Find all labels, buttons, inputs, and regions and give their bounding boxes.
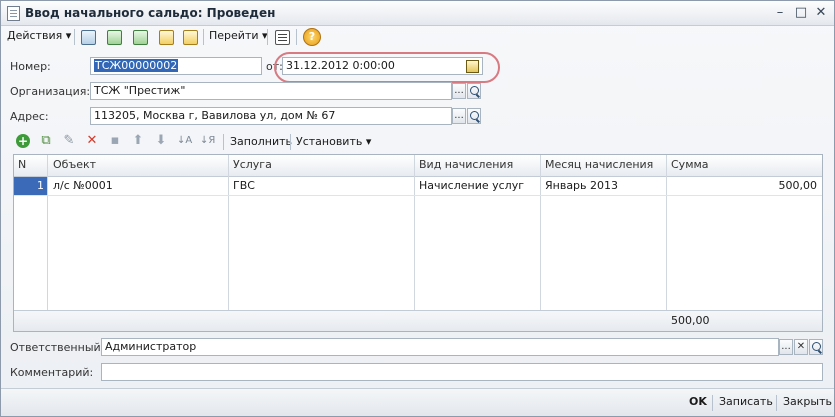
toolbar-separator — [296, 29, 297, 45]
responsible-clear-button[interactable]: ✕ — [794, 339, 808, 355]
close-button[interactable]: ✕ — [813, 5, 829, 21]
organization-open-button[interactable] — [467, 83, 481, 99]
button-separator — [776, 395, 777, 411]
refresh-icon[interactable] — [105, 28, 123, 46]
column-header-accrual-type[interactable]: Вид начисления — [419, 158, 513, 171]
button-separator — [712, 395, 713, 411]
address-select-button[interactable]: ... — [452, 108, 466, 124]
structure-icon[interactable] — [181, 28, 199, 46]
actions-menu[interactable]: Действия ▾ — [7, 29, 71, 42]
toolbar-separator — [290, 134, 291, 150]
set-menu[interactable]: Установить ▾ — [296, 135, 371, 148]
balance-table[interactable]: N Объект Услуга Вид начисления Месяц нач… — [13, 154, 823, 332]
address-label: Адрес: — [10, 110, 49, 123]
table-header: N Объект Услуга Вид начисления Месяц нач… — [14, 155, 822, 177]
post-and-close-icon[interactable] — [79, 28, 97, 46]
bottom-button-bar: OK Записать Закрыть — [1, 388, 834, 416]
maximize-button[interactable]: □ — [793, 5, 809, 21]
actions-menu-label: Действия — [7, 29, 63, 42]
end-edit-icon[interactable]: ▪ — [108, 134, 122, 148]
post-icon[interactable] — [131, 28, 149, 46]
title-bar: Ввод начального сальдо: Проведен – □ ✕ — [1, 1, 834, 26]
column-header-object[interactable]: Объект — [53, 158, 96, 171]
move-up-icon[interactable]: ⬆ — [131, 134, 145, 148]
responsible-select-button[interactable]: ... — [779, 339, 793, 355]
cell-sum[interactable]: 500,00 — [779, 177, 818, 195]
movements-icon[interactable] — [157, 28, 175, 46]
table-row[interactable]: 1 л/с №0001 ГВС Начисление услуг Январь … — [14, 177, 822, 196]
cell-service[interactable]: ГВС — [233, 177, 255, 195]
search-icon — [470, 86, 479, 95]
organization-field[interactable]: ТСЖ "Престиж" — [90, 82, 452, 100]
cell-accrual-type[interactable]: Начисление услуг — [419, 177, 524, 195]
number-value: ТСЖ00000002 — [94, 59, 179, 72]
column-header-n[interactable]: N — [18, 158, 26, 171]
close-form-button[interactable]: Закрыть — [783, 395, 832, 408]
fill-button[interactable]: Заполнить — [230, 135, 292, 148]
delete-row-icon[interactable]: ✕ — [85, 134, 99, 148]
document-icon — [7, 6, 20, 21]
organization-label: Организация: — [10, 85, 91, 98]
search-icon — [470, 111, 479, 120]
comment-label: Комментарий: — [10, 366, 94, 379]
window-title: Ввод начального сальдо: Проведен — [25, 6, 276, 20]
column-header-service[interactable]: Услуга — [233, 158, 272, 171]
responsible-label: Ответственный: — [10, 341, 105, 354]
goto-menu[interactable]: Перейти ▾ — [209, 29, 268, 42]
set-menu-label: Установить — [296, 135, 363, 148]
table-footer: 500,00 — [14, 310, 822, 331]
sort-ascending-icon[interactable]: ↓A — [177, 134, 192, 148]
total-sum: 500,00 — [671, 314, 710, 327]
address-open-button[interactable] — [467, 108, 481, 124]
document-window: Ввод начального сальдо: Проведен – □ ✕ Д… — [0, 0, 835, 417]
cell-month[interactable]: Январь 2013 — [545, 177, 618, 195]
sort-descending-icon[interactable]: ↓Я — [200, 134, 215, 148]
toolbar-separator — [267, 29, 268, 45]
list-view-icon[interactable] — [273, 28, 291, 46]
number-label: Номер: — [10, 60, 51, 73]
help-icon[interactable]: ? — [303, 28, 321, 46]
add-row-icon[interactable]: + — [16, 134, 30, 148]
organization-select-button[interactable]: ... — [452, 83, 466, 99]
number-field[interactable]: ТСЖ00000002 — [90, 57, 262, 75]
responsible-field[interactable]: Администратор — [101, 338, 779, 356]
save-button[interactable]: Записать — [719, 395, 773, 408]
highlight-annotation — [274, 52, 500, 83]
edit-row-icon[interactable]: ✎ — [62, 134, 76, 148]
goto-menu-label: Перейти — [209, 29, 259, 42]
minimize-button[interactable]: – — [772, 5, 788, 21]
toolbar-separator — [223, 134, 224, 150]
main-toolbar: Действия ▾ Перейти ▾ ? — [1, 26, 834, 48]
column-header-sum[interactable]: Сумма — [671, 158, 709, 171]
responsible-open-button[interactable] — [809, 339, 823, 355]
table-toolbar: + ⧉ ✎ ✕ ▪ ⬆ ⬇ ↓A ↓Я Заполнить Установить… — [1, 132, 834, 152]
comment-field[interactable] — [101, 363, 823, 381]
toolbar-separator — [203, 29, 204, 45]
address-field[interactable]: 113205, Москва г, Вавилова ул, дом № 67 — [90, 107, 452, 125]
ok-button[interactable]: OK — [689, 395, 707, 408]
copy-row-icon[interactable]: ⧉ — [39, 134, 53, 148]
move-down-icon[interactable]: ⬇ — [154, 134, 168, 148]
search-icon — [812, 342, 821, 351]
column-header-month[interactable]: Месяц начисления — [545, 158, 653, 171]
cell-object[interactable]: л/с №0001 — [53, 177, 113, 195]
row-number: 1 — [14, 177, 47, 195]
toolbar-separator — [74, 29, 75, 45]
